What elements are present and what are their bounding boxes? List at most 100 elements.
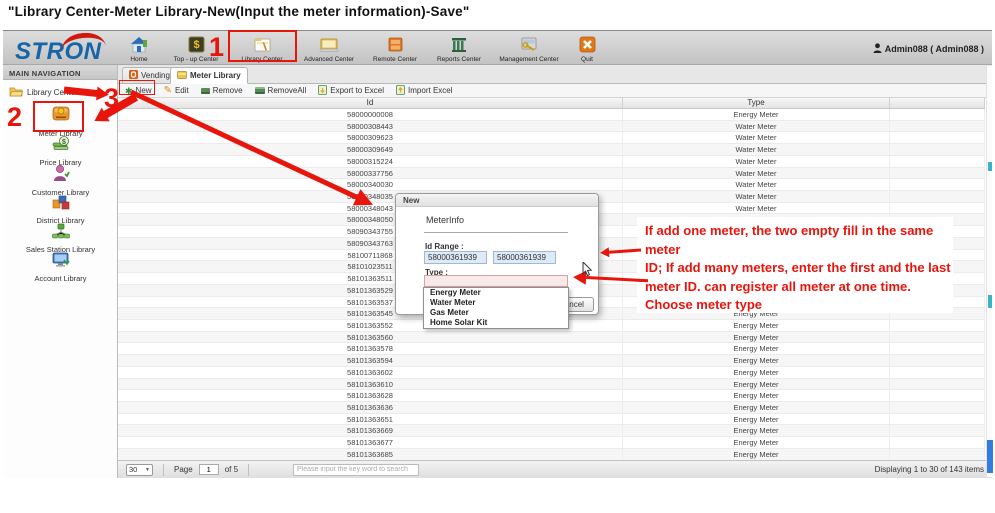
table-row[interactable]: 58101363669 Energy Meter bbox=[118, 425, 985, 437]
dropdown-option-energy-meter[interactable]: Energy Meter bbox=[424, 288, 568, 298]
svg-text:$: $ bbox=[62, 139, 66, 146]
page-of-label: of 5 bbox=[225, 465, 238, 474]
table-row[interactable]: 58000337756 Water Meter bbox=[118, 168, 985, 180]
table-row[interactable]: 58101363685 Energy Meter bbox=[118, 449, 985, 461]
grid-toolbar: ✱ New ✎ Edit Remove RemoveAll Export to … bbox=[118, 84, 992, 98]
table-row[interactable]: 58000000008 Energy Meter bbox=[118, 109, 985, 121]
id-from-input[interactable] bbox=[424, 251, 487, 264]
mouse-cursor bbox=[582, 262, 593, 282]
pagination-bar: 30 ▼ Page of 5 Displaying 1 to 30 of 143… bbox=[118, 460, 992, 478]
home-icon bbox=[128, 35, 150, 54]
export-to-excel-button[interactable]: Export to Excel bbox=[318, 85, 384, 97]
cell-type: Water Meter bbox=[623, 191, 890, 202]
cell-id: 58000340030 bbox=[118, 179, 623, 190]
sidebar-item-district-library[interactable]: District Library bbox=[3, 193, 118, 225]
table-header[interactable]: Id Type bbox=[118, 98, 985, 109]
dialog-title[interactable]: New bbox=[396, 194, 598, 207]
table-row[interactable]: 58000309623 Water Meter bbox=[118, 132, 985, 144]
scrollbar-thumb[interactable] bbox=[987, 440, 993, 473]
chevron-down-icon: ▼ bbox=[145, 467, 150, 473]
cell-id: 58101363636 bbox=[118, 402, 623, 413]
dropdown-option-gas-meter[interactable]: Gas Meter bbox=[424, 308, 568, 318]
cell-type: Energy Meter bbox=[623, 109, 890, 120]
cell-type: Energy Meter bbox=[623, 425, 890, 436]
cell-id: 58101363610 bbox=[118, 379, 623, 390]
meterinfo-legend: MeterInfo bbox=[426, 215, 464, 225]
sidebar-item-price-library[interactable]: $ Price Library bbox=[3, 135, 118, 167]
table-row[interactable]: 58101363560 Energy Meter bbox=[118, 332, 985, 344]
page-title: "Library Center-Meter Library-New(Input … bbox=[8, 4, 469, 19]
cell-id: 58000337756 bbox=[118, 168, 623, 179]
nav-item-advanced-center[interactable]: Advanced Center bbox=[295, 34, 363, 63]
table-row[interactable]: 58101363651 Energy Meter bbox=[118, 414, 985, 426]
quit-icon bbox=[576, 35, 598, 54]
account-library-icon bbox=[51, 251, 71, 273]
cell-id: 58000309649 bbox=[118, 144, 623, 155]
user-account[interactable]: Admin088 ( Admin088 ) bbox=[873, 43, 984, 55]
nav-item-remote-center[interactable]: Remote Center bbox=[363, 34, 427, 63]
scroll-mark bbox=[988, 162, 992, 171]
import-excel-button[interactable]: Import Excel bbox=[396, 85, 452, 97]
advanced-center-icon bbox=[318, 35, 340, 54]
scroll-mark bbox=[988, 295, 992, 308]
cell-type: Energy Meter bbox=[623, 437, 890, 448]
remove-all-icon bbox=[255, 87, 265, 94]
cell-type: Energy Meter bbox=[623, 367, 890, 378]
edit-icon: ✎ bbox=[164, 87, 172, 95]
table-row[interactable]: 58101363610 Energy Meter bbox=[118, 379, 985, 391]
table-row[interactable]: 58101363578 Energy Meter bbox=[118, 343, 985, 355]
search-input[interactable] bbox=[293, 464, 419, 476]
id-range-label: Id Range : bbox=[425, 242, 464, 251]
annotation-rect-meter-library bbox=[33, 101, 84, 132]
dropdown-option-water-meter[interactable]: Water Meter bbox=[424, 298, 568, 308]
cell-type: Energy Meter bbox=[623, 449, 890, 460]
edit-button[interactable]: ✎ Edit bbox=[164, 86, 189, 95]
column-header-type[interactable]: Type bbox=[623, 98, 890, 108]
type-select[interactable] bbox=[424, 275, 568, 287]
cell-type: Energy Meter bbox=[623, 320, 890, 331]
district-library-icon bbox=[51, 193, 71, 215]
top-nav-items: Home $ Top - up Center Library Center Ad… bbox=[115, 34, 607, 63]
sidebar-item-sales-station-library[interactable]: Sales Station Library bbox=[3, 222, 118, 254]
remove-button[interactable]: Remove bbox=[201, 86, 243, 95]
nav-item-reports-center[interactable]: Reports Center bbox=[427, 34, 491, 63]
import-excel-icon bbox=[396, 85, 405, 97]
annotation-arrow-to-new bbox=[64, 90, 98, 94]
table-row[interactable]: 58101363628 Energy Meter bbox=[118, 390, 985, 402]
table-row[interactable]: 58000315224 Water Meter bbox=[118, 156, 985, 168]
page-size-select[interactable]: 30 ▼ bbox=[126, 464, 153, 476]
cell-type: Energy Meter bbox=[623, 332, 890, 343]
table-row[interactable]: 58000340030 Water Meter bbox=[118, 179, 985, 191]
id-to-input[interactable] bbox=[493, 251, 556, 264]
nav-item-home[interactable]: Home bbox=[115, 34, 163, 63]
tab-meter-library[interactable]: Meter Library bbox=[170, 67, 248, 84]
legend-divider bbox=[424, 232, 568, 233]
annotation-note: If add one meter, the two empty fill in … bbox=[637, 217, 953, 313]
dropdown-option-home-solar-kit[interactable]: Home Solar Kit bbox=[424, 318, 568, 328]
sidebar-item-account-library[interactable]: Account Library bbox=[3, 251, 118, 283]
table-row[interactable]: 58101363636 Energy Meter bbox=[118, 402, 985, 414]
cell-type: Water Meter bbox=[623, 179, 890, 190]
vertical-scrollbar[interactable] bbox=[986, 66, 992, 477]
folder-icon bbox=[9, 86, 23, 99]
table-row[interactable]: 58101363677 Energy Meter bbox=[118, 437, 985, 449]
sidebar-item-label: Account Library bbox=[3, 274, 118, 283]
table-row[interactable]: 58000308443 Water Meter bbox=[118, 121, 985, 133]
annotation-step-1: 1 bbox=[209, 34, 224, 61]
nav-item-management-center[interactable]: Management Center bbox=[491, 34, 567, 63]
annotation-rect-library-center bbox=[228, 30, 297, 62]
column-header-id[interactable]: Id bbox=[118, 98, 623, 108]
stron-logo: STRON bbox=[15, 38, 115, 64]
cell-id: 58101363651 bbox=[118, 414, 623, 425]
table-row[interactable]: 58101363602 Energy Meter bbox=[118, 367, 985, 379]
nav-item-quit[interactable]: Quit bbox=[567, 34, 607, 63]
cell-type: Energy Meter bbox=[623, 355, 890, 366]
user-name: Admin088 ( Admin088 ) bbox=[885, 44, 984, 54]
page-number-input[interactable] bbox=[199, 464, 219, 475]
remove-all-button[interactable]: RemoveAll bbox=[255, 86, 307, 95]
displaying-status: Displaying 1 to 30 of 143 items bbox=[875, 465, 984, 474]
page-label: Page bbox=[174, 465, 193, 474]
table-row[interactable]: 58101363594 Energy Meter bbox=[118, 355, 985, 367]
cell-type: Water Meter bbox=[623, 156, 890, 167]
type-dropdown-list: Energy Meter Water Meter Gas Meter Home … bbox=[423, 287, 569, 329]
